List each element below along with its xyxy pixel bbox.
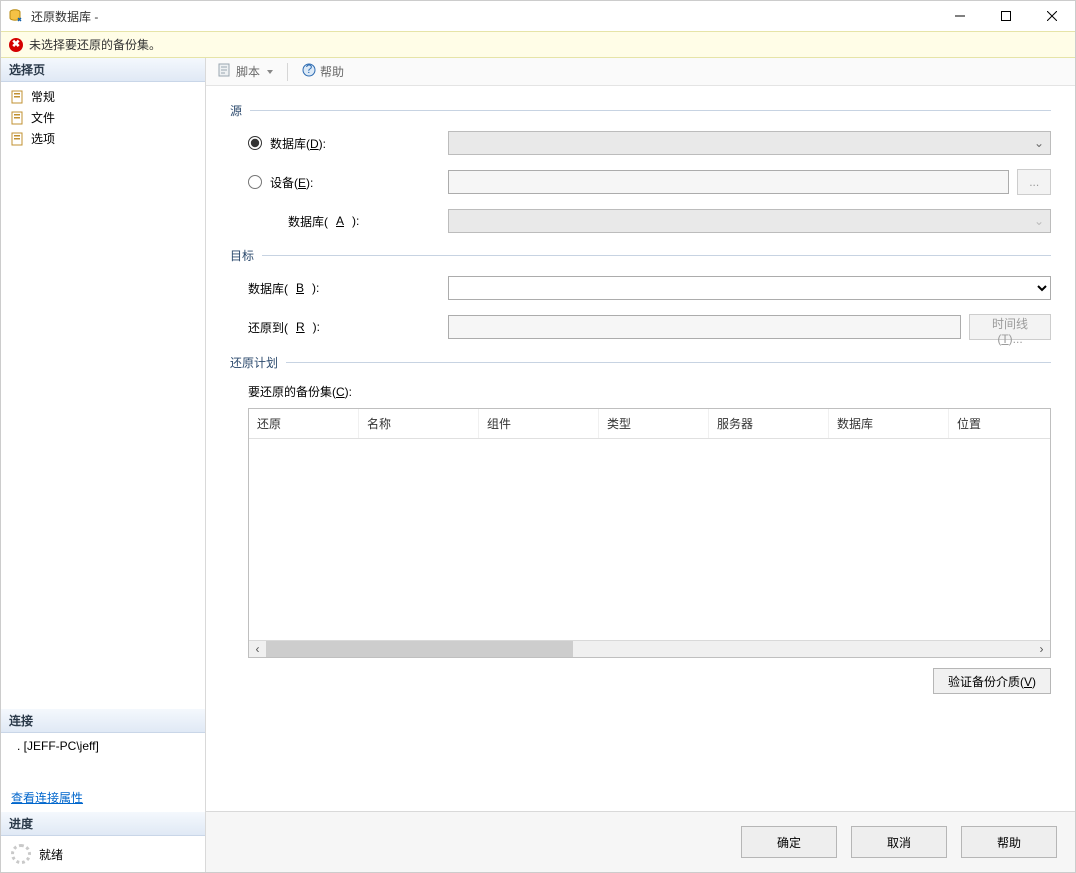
groupbox-line (262, 255, 1051, 256)
page-icon (11, 90, 25, 104)
plan-header: 还原计划 (230, 354, 286, 371)
source-device-radio[interactable]: 设备(E): (248, 174, 438, 191)
page-icon (11, 132, 25, 146)
dialog-footer: 确定 取消 帮助 (206, 811, 1075, 872)
backup-sets-table[interactable]: 还原 名称 组件 类型 服务器 数据库 位置 ‹ (248, 408, 1051, 658)
scroll-track[interactable] (266, 641, 1033, 657)
restore-to-input (448, 315, 961, 339)
source-database-radio-input[interactable] (248, 136, 262, 150)
connection-value: . [JEFF-PC\jeff] (17, 739, 99, 753)
groupbox-line (250, 110, 1051, 111)
sidebar-item-files[interactable]: 文件 (1, 107, 205, 128)
spinner-icon (11, 844, 31, 864)
script-button[interactable]: 脚本 (212, 61, 279, 82)
minimize-button[interactable] (937, 1, 983, 31)
connection-header: 连接 (1, 709, 205, 733)
source-device-db-label: 数据库(A): (288, 213, 438, 230)
target-database-label: 数据库(B): (248, 280, 438, 297)
col-server: 服务器 (709, 409, 829, 438)
ok-button[interactable]: 确定 (741, 826, 837, 858)
page-icon (11, 111, 25, 125)
titlebar: 还原数据库 - (1, 1, 1075, 31)
progress-row: 就绪 (1, 836, 205, 872)
col-name: 名称 (359, 409, 479, 438)
db-restore-icon (9, 8, 25, 24)
source-header: 源 (230, 102, 250, 119)
window-title: 还原数据库 - (31, 8, 937, 25)
dialog-body: 选择页 常规 文件 选项 连接 . [JEFF-PC\jeff] (1, 58, 1075, 872)
target-group: 目标 数据库(B): 还原到(R): (230, 247, 1051, 340)
table-header: 还原 名称 组件 类型 服务器 数据库 位置 (249, 409, 1050, 439)
browse-device-button[interactable]: ... (1017, 169, 1051, 195)
main-panel: 脚本 ? 帮助 源 (206, 58, 1075, 872)
script-label: 脚本 (236, 63, 260, 80)
cancel-button[interactable]: 取消 (851, 826, 947, 858)
target-database-combo[interactable] (448, 276, 1051, 300)
source-database-label: 数据库(D): (270, 135, 326, 152)
source-device-db-combo: ⌄ (448, 209, 1051, 233)
source-database-combo[interactable]: ⌄ (448, 131, 1051, 155)
table-body (249, 439, 1050, 640)
source-device-input (448, 170, 1009, 194)
page-list: 常规 文件 选项 (1, 82, 205, 153)
source-device-radio-input[interactable] (248, 175, 262, 189)
help-button-footer[interactable]: 帮助 (961, 826, 1057, 858)
source-group: 源 数据库(D): ⌄ (230, 102, 1051, 233)
horizontal-scrollbar[interactable]: ‹ › (249, 640, 1050, 657)
progress-label: 就绪 (39, 846, 63, 863)
sidebar: 选择页 常规 文件 选项 连接 . [JEFF-PC\jeff] (1, 58, 206, 872)
sidebar-item-label: 文件 (31, 109, 55, 126)
restore-to-label: 还原到(R): (248, 319, 438, 336)
sidebar-item-label: 常规 (31, 88, 55, 105)
timeline-button[interactable]: 时间线(T)... (969, 314, 1051, 340)
chevron-down-icon (267, 70, 273, 74)
content-area: 源 数据库(D): ⌄ (206, 86, 1075, 811)
script-icon (218, 63, 232, 80)
source-device-label: 设备(E): (270, 174, 313, 191)
sidebar-item-options[interactable]: 选项 (1, 128, 205, 149)
source-database-radio[interactable]: 数据库(D): (248, 135, 438, 152)
error-banner: ✖ 未选择要还原的备份集。 (1, 31, 1075, 58)
progress-header: 进度 (1, 812, 205, 836)
maximize-button[interactable] (983, 1, 1029, 31)
error-message: 未选择要还原的备份集。 (29, 36, 161, 53)
toolbar-separator (287, 63, 288, 81)
view-connection-properties-link[interactable]: 查看连接属性 (1, 783, 205, 812)
help-icon: ? (302, 63, 316, 80)
scroll-thumb[interactable] (266, 641, 573, 657)
col-type: 类型 (599, 409, 709, 438)
help-button[interactable]: ? 帮助 (296, 61, 350, 82)
col-component: 组件 (479, 409, 599, 438)
restore-plan-group: 还原计划 要还原的备份集(C): 还原 名称 组件 类型 服务器 (230, 354, 1051, 694)
toolbar: 脚本 ? 帮助 (206, 58, 1075, 86)
backup-sets-label: 要还原的备份集(C): (248, 383, 1051, 400)
connection-info: . [JEFF-PC\jeff] (1, 733, 205, 759)
col-position: 位置 (949, 409, 1050, 438)
help-label: 帮助 (320, 63, 344, 80)
col-database: 数据库 (829, 409, 949, 438)
scroll-right-icon[interactable]: › (1033, 641, 1050, 658)
groupbox-line (286, 362, 1051, 363)
col-restore: 还原 (249, 409, 359, 438)
scroll-left-icon[interactable]: ‹ (249, 641, 266, 658)
svg-text:?: ? (306, 63, 313, 76)
restore-database-window: 还原数据库 - ✖ 未选择要还原的备份集。 选择页 常规 文件 (0, 0, 1076, 873)
close-button[interactable] (1029, 1, 1075, 31)
select-page-header: 选择页 (1, 58, 205, 82)
verify-backup-media-button[interactable]: 验证备份介质(V) (933, 668, 1051, 694)
target-header: 目标 (230, 247, 262, 264)
sidebar-item-label: 选项 (31, 130, 55, 147)
sidebar-item-general[interactable]: 常规 (1, 86, 205, 107)
error-icon: ✖ (9, 38, 23, 52)
